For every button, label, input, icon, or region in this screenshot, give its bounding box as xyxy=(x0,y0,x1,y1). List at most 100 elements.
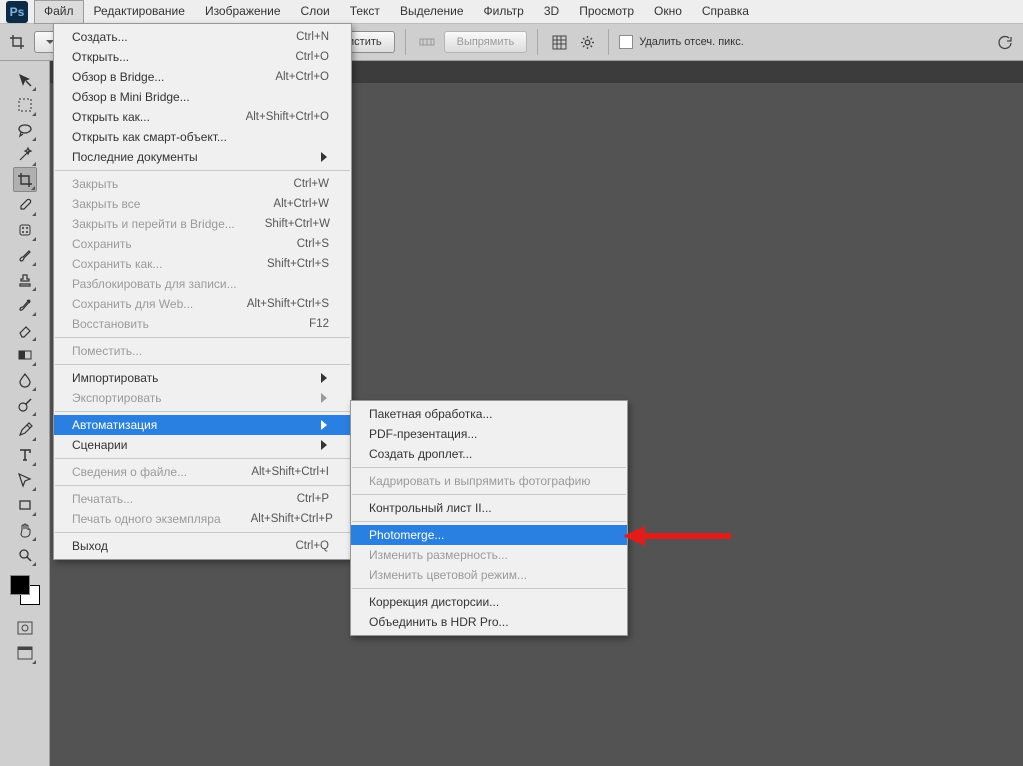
menu-редактирование[interactable]: Редактирование xyxy=(84,0,195,23)
file-menu-item-6[interactable]: Последние документы xyxy=(54,147,351,167)
color-swatches[interactable] xyxy=(8,573,42,607)
menu-item-label: PDF-презентация... xyxy=(369,427,477,441)
app-logo: Ps xyxy=(6,1,28,23)
file-menu-item-11: СохранитьCtrl+S xyxy=(54,234,351,254)
file-menu-item-27: Печатать... Ctrl+P xyxy=(54,489,351,509)
file-menu-item-19[interactable]: Импортировать xyxy=(54,368,351,388)
menu-item-label: Коррекция дисторсии... xyxy=(369,595,499,609)
menu-текст[interactable]: Текст xyxy=(340,0,390,23)
tool-move[interactable] xyxy=(13,67,37,92)
menu-item-label: Изменить цветовой режим... xyxy=(369,568,527,582)
file-menu-item-2[interactable]: Обзор в Bridge...Alt+Ctrl+O xyxy=(54,67,351,87)
file-menu-item-3[interactable]: Обзор в Mini Bridge... xyxy=(54,87,351,107)
menu-item-label: Сведения о файле... xyxy=(72,465,187,479)
file-menu-separator xyxy=(55,458,350,459)
menu-фильтр[interactable]: Фильтр xyxy=(474,0,534,23)
file-menu-item-4[interactable]: Открыть как... Alt+Shift+Ctrl+O xyxy=(54,107,351,127)
tool-brush[interactable] xyxy=(13,242,37,267)
menu-item-label: Сохранить для Web... xyxy=(72,297,193,311)
menu-item-label: Объединить в HDR Pro... xyxy=(369,615,509,629)
tool-heal[interactable] xyxy=(13,217,37,242)
quickmask-toggle[interactable] xyxy=(13,615,37,640)
menu-item-label: Сохранить как... xyxy=(72,257,162,271)
file-menu-separator xyxy=(55,411,350,412)
file-menu-separator xyxy=(55,170,350,171)
file-menu-item-23[interactable]: Сценарии xyxy=(54,435,351,455)
automation-item-9: Изменить размерность... xyxy=(351,545,627,565)
tool-type[interactable] xyxy=(13,442,37,467)
tool-zoom[interactable] xyxy=(13,542,37,567)
menu-выделение[interactable]: Выделение xyxy=(390,0,474,23)
tool-path[interactable] xyxy=(13,467,37,492)
menu-item-label: Открыть как... xyxy=(72,110,150,124)
file-menu-item-1[interactable]: Открыть...Ctrl+O xyxy=(54,47,351,67)
automation-item-1[interactable]: PDF-презентация... xyxy=(351,424,627,444)
delete-cropped-label: Удалить отсеч. пикс. xyxy=(639,36,744,48)
menu-item-shortcut: Alt+Shift+Ctrl+P xyxy=(221,513,333,525)
tool-wand[interactable] xyxy=(13,142,37,167)
tool-crop[interactable] xyxy=(13,167,37,192)
menu-item-label: Кадрировать и выпрямить фотографию xyxy=(369,474,590,488)
tool-marquee[interactable] xyxy=(13,92,37,117)
grid-icon[interactable] xyxy=(548,31,570,53)
file-menu-separator xyxy=(55,485,350,486)
file-menu-item-25: Сведения о файле...Alt+Shift+Ctrl+I xyxy=(54,462,351,482)
file-menu-item-0[interactable]: Создать... Ctrl+N xyxy=(54,27,351,47)
automation-item-0[interactable]: Пакетная обработка... xyxy=(351,404,627,424)
gear-icon[interactable] xyxy=(576,31,598,53)
menu-item-label: Импортировать xyxy=(72,371,158,385)
screenmode-toggle[interactable] xyxy=(13,640,37,665)
menu-item-shortcut: Ctrl+P xyxy=(267,493,329,505)
menu-просмотр[interactable]: Просмотр xyxy=(569,0,644,23)
menu-item-label: Сохранить xyxy=(72,237,132,251)
divider xyxy=(537,29,538,55)
tool-dodge[interactable] xyxy=(13,392,37,417)
tool-eyedropper[interactable] xyxy=(13,192,37,217)
tool-pen[interactable] xyxy=(13,417,37,442)
menu-справка[interactable]: Справка xyxy=(692,0,759,23)
automation-item-6[interactable]: Контрольный лист II... xyxy=(351,498,627,518)
foreground-color[interactable] xyxy=(10,575,30,595)
tool-hand[interactable] xyxy=(13,517,37,542)
menu-3d[interactable]: 3D xyxy=(534,0,569,23)
menu-item-label: Восстановить xyxy=(72,317,149,331)
menu-файл[interactable]: Файл xyxy=(34,0,84,24)
tool-lasso[interactable] xyxy=(13,117,37,142)
tool-stamp[interactable] xyxy=(13,267,37,292)
menu-item-shortcut: Ctrl+N xyxy=(266,31,329,43)
file-menu-item-20: Экспортировать xyxy=(54,388,351,408)
tool-rect[interactable] xyxy=(13,492,37,517)
submenu-arrow-icon xyxy=(321,152,329,162)
file-menu-item-9: Закрыть всеAlt+Ctrl+W xyxy=(54,194,351,214)
menu-item-label: Закрыть и перейти в Bridge... xyxy=(72,217,235,231)
automation-item-12[interactable]: Коррекция дисторсии... xyxy=(351,592,627,612)
menu-item-label: Печатать... xyxy=(72,492,133,506)
tool-gradient[interactable] xyxy=(13,342,37,367)
tool-history[interactable] xyxy=(13,292,37,317)
file-menu-item-5[interactable]: Открыть как смарт-объект... xyxy=(54,127,351,147)
automation-submenu: Пакетная обработка... PDF-презентация... С… xyxy=(350,400,628,636)
menu-item-shortcut: Alt+Shift+Ctrl+O xyxy=(216,111,329,123)
menu-изображение[interactable]: Изображение xyxy=(195,0,291,23)
menu-item-label: Создать... xyxy=(72,30,128,44)
file-menu-item-30[interactable]: ВыходCtrl+Q xyxy=(54,536,351,556)
menu-item-label: Изменить размерность... xyxy=(369,548,508,562)
automation-item-13[interactable]: Объединить в HDR Pro... xyxy=(351,612,627,632)
menu-окно[interactable]: Окно xyxy=(644,0,692,23)
submenu-arrow-icon xyxy=(321,373,329,383)
submenu-arrow-icon xyxy=(321,420,329,430)
automation-item-2[interactable]: Создать дроплет... xyxy=(351,444,627,464)
menu-item-shortcut: Alt+Ctrl+O xyxy=(245,71,329,83)
reset-icon[interactable] xyxy=(993,31,1015,53)
straighten-button[interactable]: Выпрямить xyxy=(444,31,528,53)
divider xyxy=(405,29,406,55)
tool-panel xyxy=(0,61,50,766)
tool-blur[interactable] xyxy=(13,367,37,392)
tool-eraser[interactable] xyxy=(13,317,37,342)
menu-слои[interactable]: Слои xyxy=(291,0,340,23)
menu-item-label: Разблокировать для записи... xyxy=(72,277,237,291)
file-menu-item-22[interactable]: Автоматизация xyxy=(54,415,351,435)
automation-item-8[interactable]: Photomerge... xyxy=(351,525,627,545)
menu-item-label: Обзор в Mini Bridge... xyxy=(72,90,190,104)
delete-cropped-checkbox[interactable] xyxy=(619,35,633,49)
